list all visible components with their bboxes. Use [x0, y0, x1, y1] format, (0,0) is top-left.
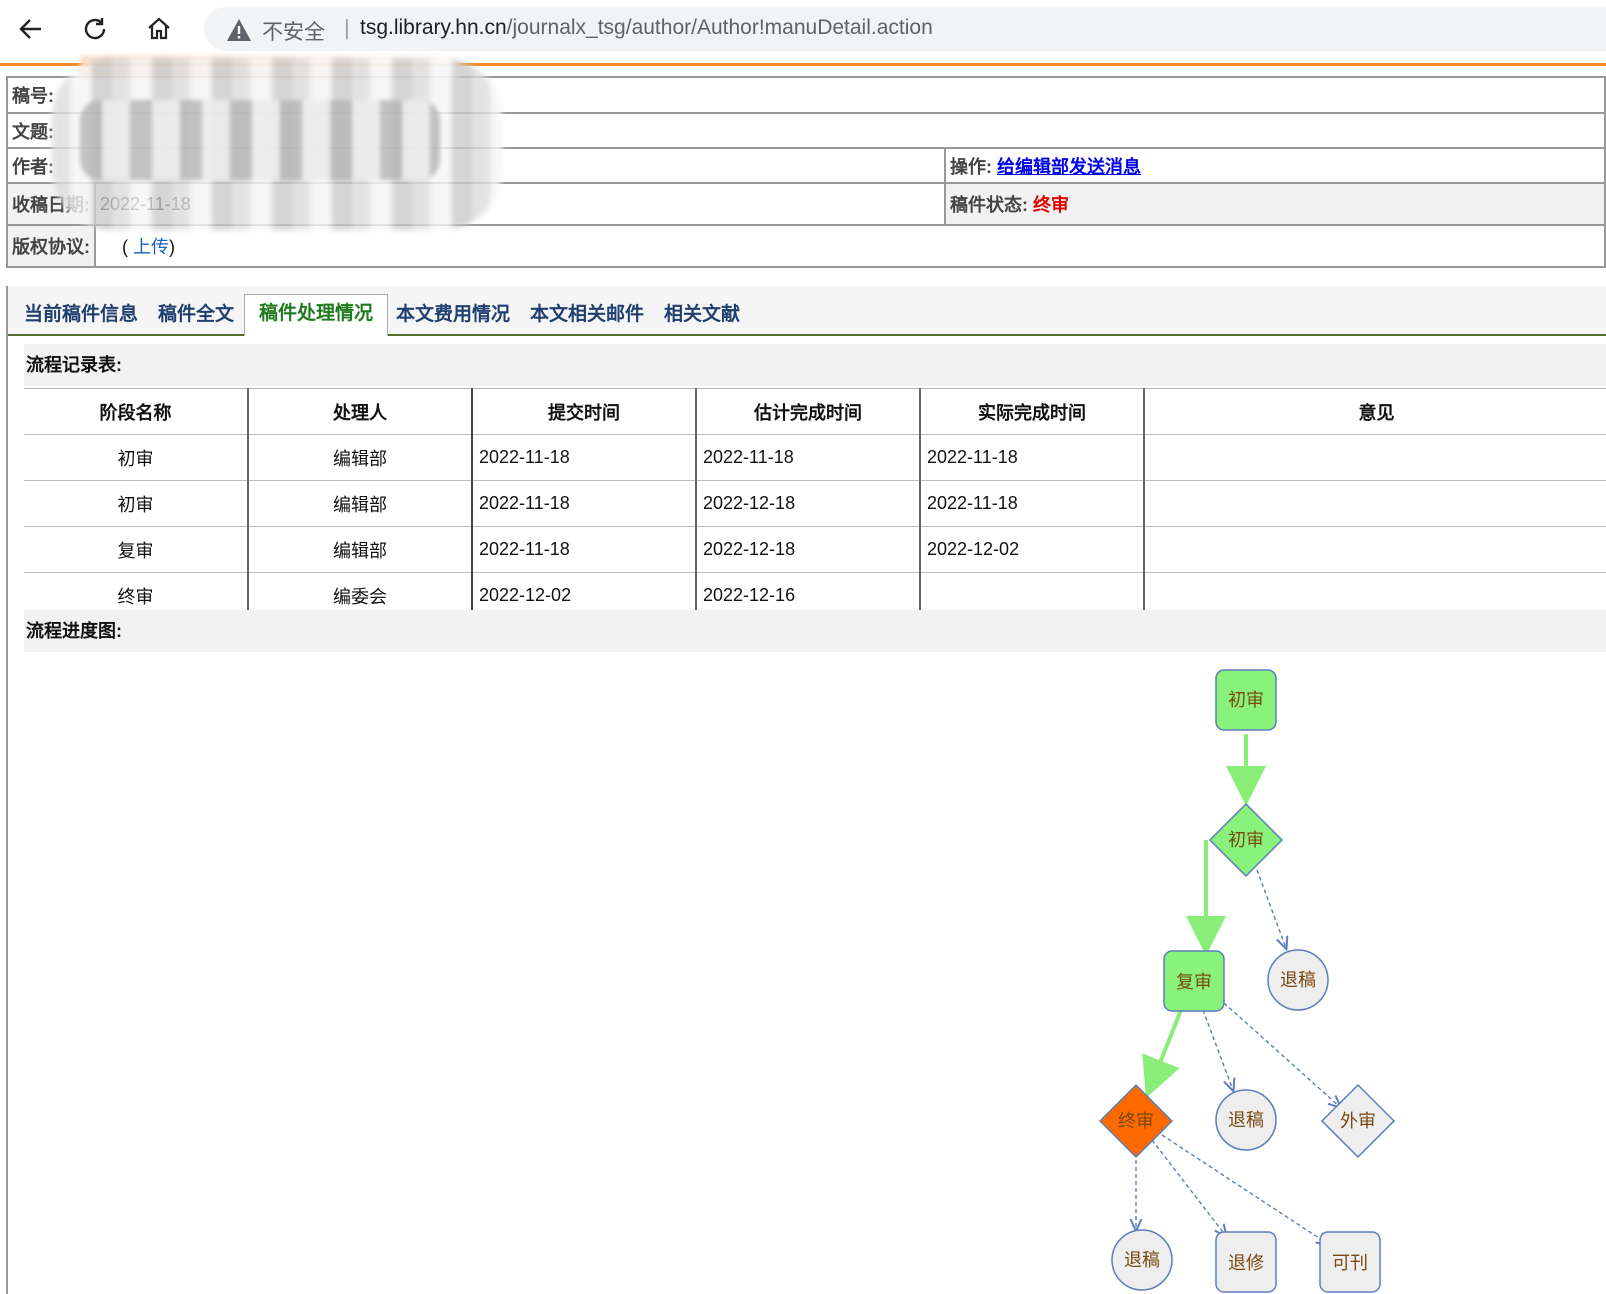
stage-cell: 复审: [24, 526, 248, 573]
operation-label: 操作:: [950, 156, 992, 177]
actual-time-cell: 2022-12-02: [919, 526, 1144, 573]
copyright-cell: ( 上传): [94, 224, 1606, 268]
tab-current-info[interactable]: 当前稿件信息: [24, 296, 138, 334]
handler-cell: 编辑部: [247, 480, 472, 527]
url-text: tsg.library.hn.cn/journalx_tsg/author/Au…: [360, 16, 933, 40]
status-cell: 稿件状态: 终审: [944, 182, 1606, 226]
opinion-cell: [1143, 480, 1606, 527]
estimated-time-cell: 2022-12-18: [695, 526, 920, 573]
flow-record-title: 流程记录表:: [24, 344, 1606, 386]
column-header: 提交时间: [471, 388, 696, 435]
table-row: 初审 编辑部 2022-11-18 2022-12-18 2022-11-18: [24, 480, 1606, 527]
tab-fulltext[interactable]: 稿件全文: [158, 296, 234, 334]
home-icon[interactable]: [142, 12, 176, 46]
warning-icon: [226, 18, 252, 47]
table-row: 初审 编辑部 2022-11-18 2022-11-18 2022-11-18: [24, 434, 1606, 481]
tab-references[interactable]: 相关文献: [664, 296, 740, 334]
stage-cell: 初审: [24, 434, 248, 481]
reload-icon[interactable]: [78, 12, 112, 46]
submit-time-cell: 2022-11-18: [471, 434, 696, 481]
upload-link[interactable]: 上传: [133, 237, 169, 257]
estimated-time-cell: 2022-11-18: [695, 434, 920, 481]
tab-emails[interactable]: 本文相关邮件: [530, 296, 644, 334]
flow-progress-title: 流程进度图:: [24, 610, 1606, 652]
column-header: 估计完成时间: [695, 388, 920, 435]
handler-cell: 编辑部: [247, 434, 472, 481]
table-row: 复审 编辑部 2022-11-18 2022-12-18 2022-12-02: [24, 526, 1606, 573]
redacted-region: [80, 100, 440, 180]
tab-bar: 当前稿件信息 稿件全文 稿件处理情况 本文费用情况 本文相关邮件 相关文献: [8, 286, 1606, 337]
actual-time-cell: 2022-11-18: [919, 434, 1144, 481]
column-header: 阶段名称: [24, 388, 248, 435]
address-separator: |: [344, 15, 350, 40]
status-label: 稿件状态:: [950, 195, 1028, 215]
actual-time-cell: 2022-11-18: [919, 480, 1144, 527]
address-bar[interactable]: 不安全 | tsg.library.hn.cn/journalx_tsg/aut…: [204, 7, 1606, 51]
author-label: 作者:: [12, 156, 54, 177]
upload-close-paren: ): [169, 237, 176, 257]
manuscript-no-label: 稿号:: [12, 86, 54, 106]
opinion-cell: [1143, 526, 1606, 573]
url-path: /journalx_tsg/author/Author!manuDetail.a…: [506, 16, 933, 39]
column-header: 意见: [1143, 388, 1606, 435]
content-frame: 当前稿件信息 稿件全文 稿件处理情况 本文费用情况 本文相关邮件 相关文献 流程…: [6, 286, 1606, 1294]
upload-open-paren: (: [122, 237, 128, 257]
title-label: 文题:: [12, 121, 54, 142]
url-host: tsg.library.hn.cn: [360, 16, 507, 39]
estimated-time-cell: 2022-12-18: [695, 480, 920, 527]
browser-toolbar: 不安全 | tsg.library.hn.cn/journalx_tsg/aut…: [0, 0, 1606, 62]
flow-record-table: 阶段名称 处理人 提交时间 估计完成时间 实际完成时间 意见 初审 编辑部 20…: [24, 388, 1606, 618]
column-header: 处理人: [247, 388, 472, 435]
operation-cell: 操作: 给编辑部发送消息: [944, 147, 1606, 184]
submit-time-cell: 2022-11-18: [471, 480, 696, 527]
copyright-label: 版权协议:: [6, 224, 96, 268]
status-value: 终审: [1033, 195, 1070, 215]
submit-time-cell: 2022-11-18: [471, 526, 696, 573]
opinion-cell: [1143, 434, 1606, 481]
column-header: 实际完成时间: [919, 388, 1144, 435]
stage-cell: 初审: [24, 480, 248, 527]
send-message-link[interactable]: 给编辑部发送消息: [997, 157, 1141, 177]
tab-processing[interactable]: 稿件处理情况: [244, 294, 389, 337]
tab-fees[interactable]: 本文费用情况: [396, 296, 510, 334]
handler-cell: 编辑部: [247, 526, 472, 573]
table-header-row: 阶段名称 处理人 提交时间 估计完成时间 实际完成时间 意见: [24, 388, 1606, 435]
back-icon[interactable]: [14, 12, 48, 46]
insecure-label: 不安全: [262, 21, 325, 44]
